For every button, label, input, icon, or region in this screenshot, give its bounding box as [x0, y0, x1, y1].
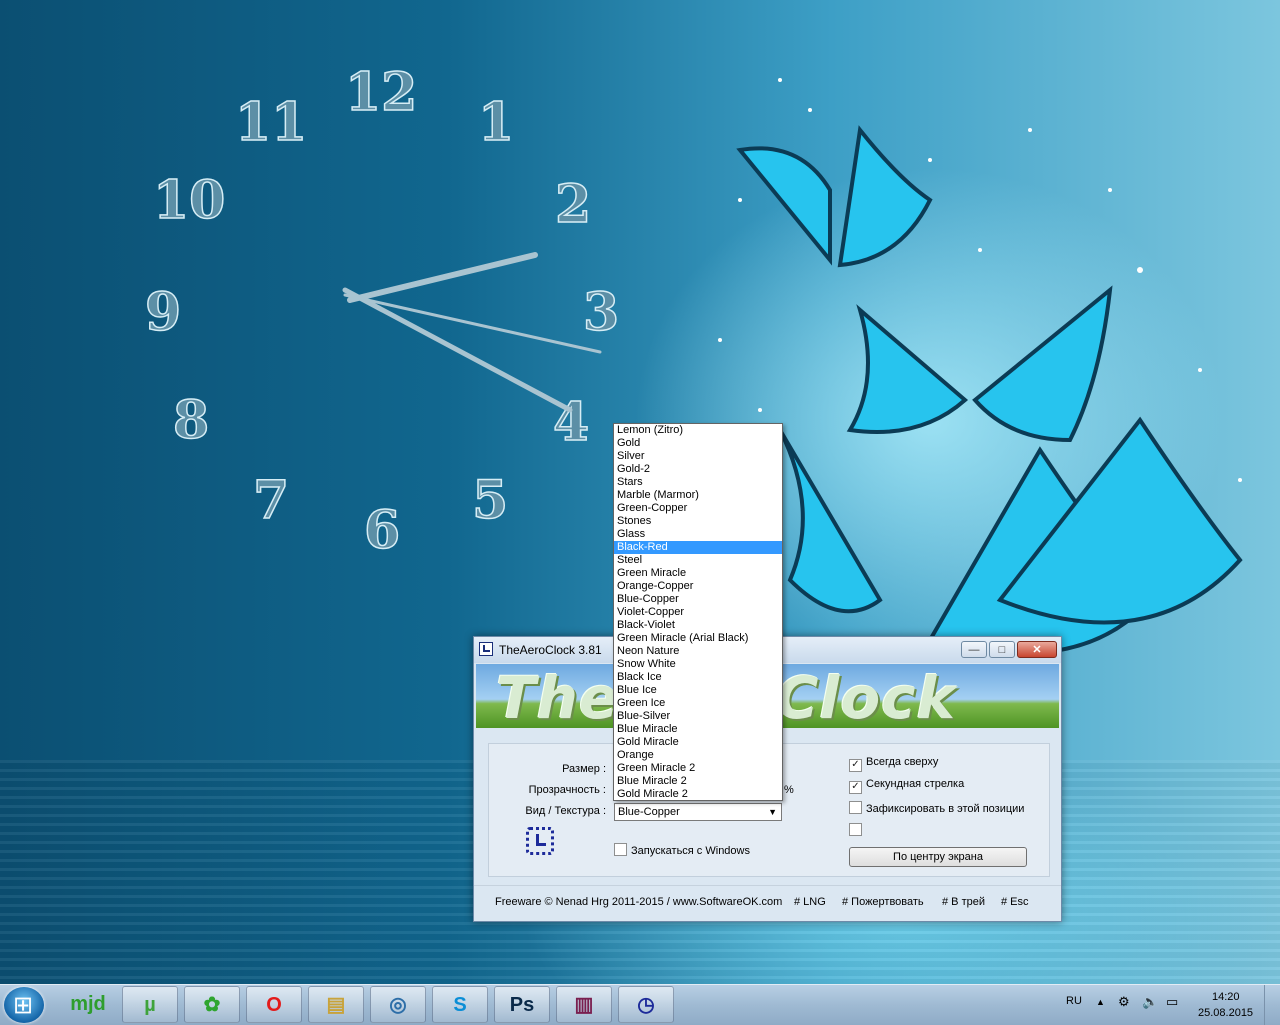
size-label: Размер : [562, 763, 606, 775]
clock-number-6: 6 [364, 500, 400, 561]
dropdown-option[interactable]: Lemon (Zitro) [614, 424, 782, 437]
icq-icon[interactable]: ✿ [184, 986, 240, 1023]
dropdown-option[interactable]: Green Miracle (Arial Black) [614, 632, 782, 645]
network-icon[interactable]: ⚙ [1118, 994, 1130, 1010]
always-on-top-label: Всегда сверху [866, 756, 939, 768]
donate-link[interactable]: # Пожертвовать [842, 896, 924, 908]
dropdown-option[interactable]: Black-Red [614, 541, 782, 554]
autostart-checkbox[interactable]: Запускаться с Windows [614, 843, 750, 857]
clock-logo-icon [526, 827, 554, 855]
show-desktop-button[interactable] [1264, 985, 1280, 1025]
dropdown-option[interactable]: Gold Miracle 2 [614, 788, 782, 801]
window-footer: Freeware © Nenad Hrg 2011-2015 / www.Sof… [474, 885, 1061, 920]
tray-link[interactable]: # В трей [942, 896, 985, 908]
clock-number-2: 2 [555, 174, 591, 235]
window-title: TheAeroClock 3.81 [499, 643, 602, 657]
always-on-top-box[interactable]: ✓ [849, 759, 862, 772]
volume-icon[interactable]: 🔈 [1142, 994, 1158, 1010]
dropdown-option[interactable]: Gold-2 [614, 463, 782, 476]
browser-icon[interactable]: ◎ [370, 986, 426, 1023]
close-button[interactable]: ✕ [1017, 641, 1057, 658]
language-link[interactable]: # LNG [794, 896, 826, 908]
explorer-icon[interactable]: ▤ [308, 986, 364, 1023]
minimize-button[interactable]: — [961, 641, 987, 658]
transparency-label: Прозрачность : [528, 784, 606, 796]
second-hand-label: Секундная стрелка [866, 778, 965, 790]
clock-number-10: 10 [153, 170, 225, 231]
dropdown-option[interactable]: Stones [614, 515, 782, 528]
second-hand-box[interactable]: ✓ [849, 781, 862, 794]
texture-select[interactable]: Blue-Copper ▼ [614, 803, 782, 821]
dropdown-option[interactable]: Green Miracle [614, 567, 782, 580]
clock-number-1: 1 [478, 92, 514, 153]
minute-hand [342, 287, 573, 413]
dropdown-option[interactable]: Blue-Silver [614, 710, 782, 723]
dropdown-option[interactable]: Blue Ice [614, 684, 782, 697]
dropdown-arrow-icon[interactable]: ▼ [768, 804, 777, 820]
dropdown-option[interactable]: Green Ice [614, 697, 782, 710]
maximize-button[interactable]: □ [989, 641, 1015, 658]
dropdown-option[interactable]: Violet-Copper [614, 606, 782, 619]
dropdown-option[interactable]: Blue-Copper [614, 593, 782, 606]
esc-link[interactable]: # Esc [1001, 896, 1029, 908]
dropdown-option[interactable]: Black Ice [614, 671, 782, 684]
mjd-icon[interactable]: mjd [60, 986, 116, 1023]
copyright-link[interactable]: Freeware © Nenad Hrg 2011-2015 / www.Sof… [495, 896, 782, 908]
taskbar: mjdµ✿O▤◎SPs▥◷ RU ▲ ⚙ 🔈 ▭ 14:20 25.08.201… [0, 984, 1280, 1025]
clock-number-3: 3 [583, 282, 619, 343]
dropdown-option[interactable]: Glass [614, 528, 782, 541]
aeroclock-icon[interactable]: ◷ [618, 986, 674, 1023]
percent-label: % [784, 784, 794, 796]
clock-number-8: 8 [173, 390, 209, 451]
texture-select-value: Blue-Copper [618, 806, 680, 818]
app-clock-icon [479, 642, 493, 656]
clock-number-5: 5 [472, 470, 508, 531]
dropdown-option[interactable]: Orange-Copper [614, 580, 782, 593]
extra-box[interactable] [849, 823, 862, 836]
start-button[interactable] [4, 987, 44, 1023]
dropdown-option[interactable]: Green Miracle 2 [614, 762, 782, 775]
dropdown-option[interactable]: Green-Copper [614, 502, 782, 515]
lock-position-checkbox[interactable]: Зафиксировать в этой позиции [849, 801, 1024, 815]
second-hand [343, 293, 602, 354]
always-on-top-checkbox[interactable]: ✓ Всегда сверху [849, 756, 938, 772]
clock-date[interactable]: 25.08.2015 [1198, 1007, 1253, 1019]
center-screen-button[interactable]: По центру экрана [849, 847, 1027, 867]
dropdown-option[interactable]: Steel [614, 554, 782, 567]
dropdown-option[interactable]: Gold Miracle [614, 736, 782, 749]
dropdown-option[interactable]: Silver [614, 450, 782, 463]
utorrent-icon[interactable]: µ [122, 986, 178, 1023]
notification-icon[interactable]: ▭ [1166, 994, 1178, 1010]
winrar-icon[interactable]: ▥ [556, 986, 612, 1023]
autostart-box[interactable] [614, 843, 627, 856]
dropdown-option[interactable]: Marble (Marmor) [614, 489, 782, 502]
hour-hand [347, 252, 538, 303]
clock-number-12: 12 [345, 62, 417, 123]
skype-icon[interactable]: S [432, 986, 488, 1023]
language-indicator[interactable]: RU [1066, 995, 1082, 1007]
texture-dropdown-list[interactable]: Lemon (Zitro) Gold Silver Gold-2 Stars Marble… [613, 423, 783, 801]
lock-position-box[interactable] [849, 801, 862, 814]
dropdown-option[interactable]: Blue Miracle [614, 723, 782, 736]
texture-label: Вид / Текстура : [525, 805, 606, 817]
dropdown-option[interactable]: Black-Violet [614, 619, 782, 632]
dropdown-option[interactable]: Orange [614, 749, 782, 762]
autostart-label: Запускаться с Windows [631, 845, 750, 857]
clock-time[interactable]: 14:20 [1212, 991, 1240, 1003]
dropdown-option[interactable]: Snow White [614, 658, 782, 671]
clock-number-11: 11 [235, 92, 307, 153]
dropdown-option[interactable]: Blue Miracle 2 [614, 775, 782, 788]
dropdown-option[interactable]: Stars [614, 476, 782, 489]
dropdown-option[interactable]: Neon Nature [614, 645, 782, 658]
tray-expand-icon[interactable]: ▲ [1096, 997, 1105, 1007]
photoshop-icon[interactable]: Ps [494, 986, 550, 1023]
clock-number-7: 7 [253, 470, 289, 531]
clock-number-9: 9 [145, 282, 181, 343]
opera-icon[interactable]: O [246, 986, 302, 1023]
dropdown-option[interactable]: Gold [614, 437, 782, 450]
lock-position-label: Зафиксировать в этой позиции [866, 803, 1025, 815]
second-hand-checkbox[interactable]: ✓ Секундная стрелка [849, 778, 964, 794]
extra-checkbox[interactable] [849, 823, 866, 837]
